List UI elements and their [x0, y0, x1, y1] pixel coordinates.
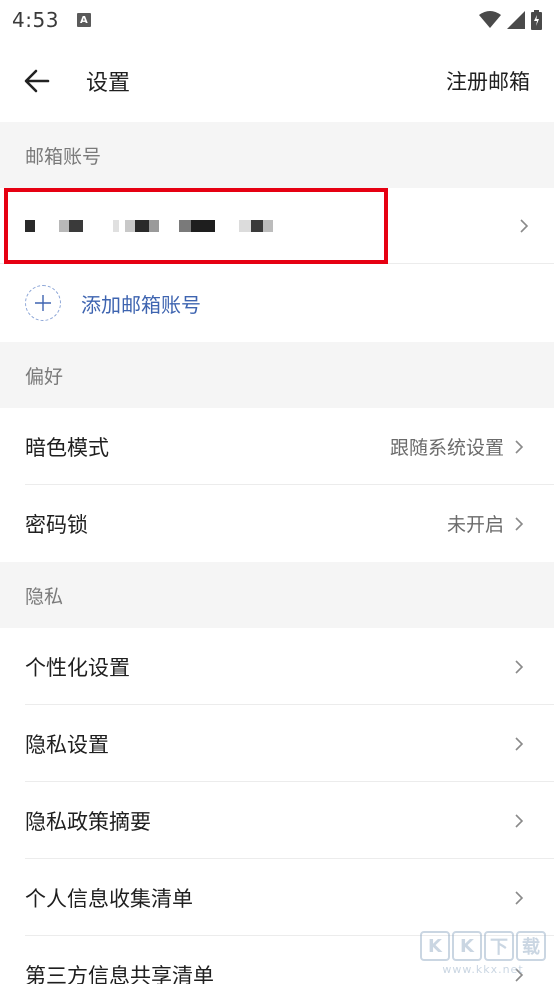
row-label: 个性化设置 [25, 655, 130, 680]
chevron-right-icon [515, 659, 524, 674]
chevron-right-icon [515, 439, 524, 454]
plus-icon [35, 295, 51, 311]
redacted-account-text [25, 219, 273, 232]
status-bar: 4:53 A [0, 0, 554, 40]
battery-icon [531, 10, 542, 30]
row-label: 隐私政策摘要 [25, 809, 151, 834]
privacy-policy-summary-row[interactable]: 隐私政策摘要 [0, 782, 554, 859]
personal-info-list-row[interactable]: 个人信息收集清单 [0, 859, 554, 936]
row-label: 密码锁 [25, 512, 88, 537]
add-mailbox-row[interactable]: 添加邮箱账号 [0, 264, 554, 342]
passcode-lock-row[interactable]: 密码锁 未开启 [0, 485, 554, 562]
status-icons [479, 10, 542, 30]
chevron-right-icon [515, 890, 524, 905]
row-label: 隐私设置 [25, 732, 109, 757]
watermark: K K 下 载 www.kkx.net [420, 931, 546, 976]
row-label: 第三方信息共享清单 [25, 963, 214, 984]
watermark-char: K [452, 931, 482, 961]
row-label: 个人信息收集清单 [25, 886, 193, 911]
watermark-char: 下 [484, 931, 514, 961]
app-bar: 设置 注册邮箱 [0, 40, 554, 122]
back-button[interactable] [24, 61, 64, 101]
watermark-char: 载 [516, 931, 546, 961]
status-time: 4:53 [12, 8, 59, 32]
watermark-url: www.kkx.net [442, 963, 524, 976]
add-mailbox-label: 添加邮箱账号 [81, 292, 201, 317]
page-title: 设置 [86, 71, 131, 96]
row-value: 未开启 [446, 514, 504, 536]
section-header-mailbox: 邮箱账号 [0, 122, 554, 188]
section-header-preferences: 偏好 [0, 342, 554, 408]
arrow-left-icon [24, 69, 50, 93]
row-label: 暗色模式 [25, 435, 109, 460]
row-value: 跟随系统设置 [389, 437, 504, 459]
account-row[interactable] [0, 188, 554, 264]
watermark-logo: K K 下 载 [420, 931, 546, 961]
notification-icon: A [76, 13, 91, 27]
watermark-char: K [420, 931, 450, 961]
add-circle-icon [25, 285, 61, 321]
personalization-row[interactable]: 个性化设置 [0, 628, 554, 705]
section-header-privacy: 隐私 [0, 562, 554, 628]
privacy-settings-row[interactable]: 隐私设置 [0, 705, 554, 782]
register-mailbox-button[interactable]: 注册邮箱 [446, 66, 530, 96]
chevron-right-icon [515, 516, 524, 531]
chevron-right-icon [515, 736, 524, 751]
signal-icon [507, 11, 525, 29]
chevron-right-icon [515, 813, 524, 828]
dark-mode-row[interactable]: 暗色模式 跟随系统设置 [0, 408, 554, 485]
chevron-right-icon [520, 218, 529, 233]
wifi-icon [479, 11, 501, 28]
